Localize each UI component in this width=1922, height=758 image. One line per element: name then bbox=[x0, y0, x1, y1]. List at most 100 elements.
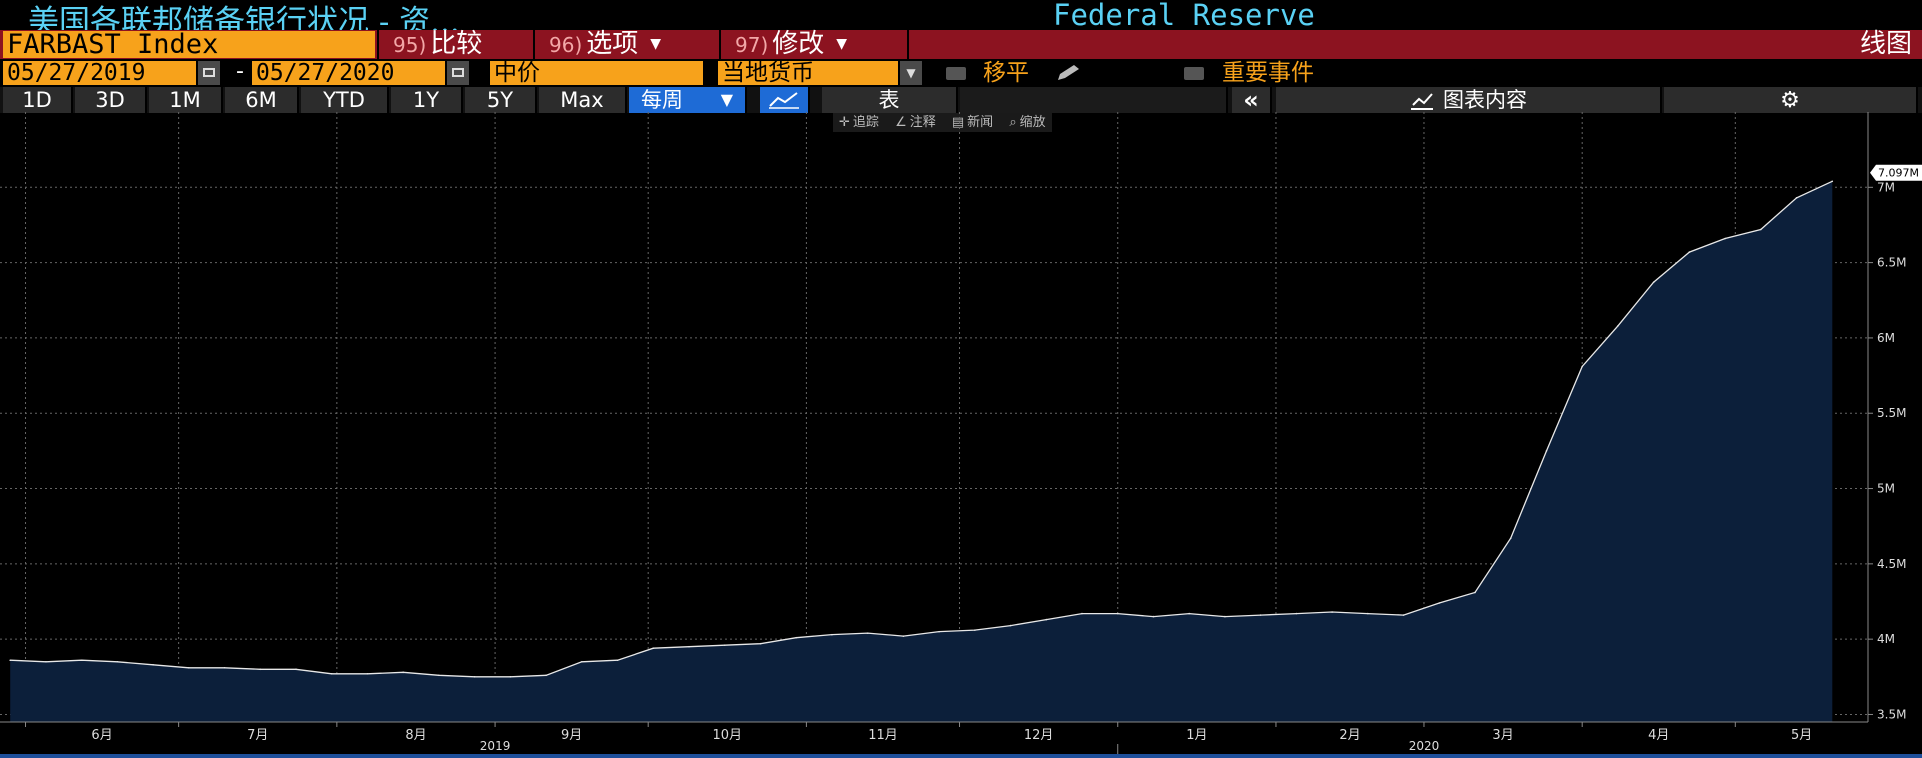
compare-number: 95) bbox=[393, 33, 427, 57]
range-1m-button[interactable]: 1M bbox=[149, 87, 223, 113]
data-point bbox=[1152, 615, 1155, 618]
compare-button[interactable]: 95) 比较 bbox=[377, 30, 533, 59]
compare-label: 比较 bbox=[430, 29, 483, 59]
data-point bbox=[366, 673, 369, 675]
data-point bbox=[1402, 614, 1405, 616]
data-point bbox=[1367, 612, 1369, 615]
range-1y-button[interactable]: 1Y bbox=[391, 87, 463, 113]
source-title: Federal Reserve bbox=[1053, 0, 1315, 32]
last-value-label: 7.097M bbox=[1878, 167, 1919, 180]
data-point bbox=[295, 668, 297, 671]
date-separator: - bbox=[236, 59, 244, 84]
data-point bbox=[1831, 180, 1834, 183]
x-tick-label: 4月 bbox=[1648, 728, 1669, 743]
toolbar-spacer bbox=[960, 87, 1228, 113]
data-point bbox=[259, 668, 262, 671]
data-point bbox=[438, 674, 440, 677]
start-date-input[interactable]: 05/27/2019 bbox=[3, 61, 196, 85]
data-point bbox=[831, 633, 833, 636]
end-date-input[interactable]: 05/27/2020 bbox=[252, 61, 445, 85]
x-tick-label: 9月 bbox=[561, 728, 582, 743]
x-tick-label: 1月 bbox=[1186, 728, 1207, 743]
y-tick-label: 3.5M bbox=[1877, 707, 1906, 721]
gear-icon: ⚙ bbox=[1780, 88, 1800, 113]
chart-content-button[interactable]: 图表内容 bbox=[1276, 87, 1662, 113]
chevron-down-icon: ▼ bbox=[836, 36, 848, 52]
events-checkbox[interactable] bbox=[1184, 67, 1204, 80]
x-tick-label: 2月 bbox=[1339, 728, 1360, 743]
data-point bbox=[1116, 612, 1119, 615]
data-point bbox=[759, 642, 762, 645]
data-point bbox=[402, 671, 405, 674]
data-point bbox=[1617, 325, 1619, 327]
edit-button[interactable]: 97) 修改 ▼ bbox=[719, 30, 907, 59]
line-area-chart[interactable]: 3.5M 4M 4.5M 5M 5.5M 6M 6.5M 7M 6月 7月 8月 9月 10月 11月 1… bbox=[0, 112, 1922, 754]
range-3d-button[interactable]: 3D bbox=[75, 87, 147, 113]
line-chart-icon bbox=[769, 92, 799, 109]
data-point bbox=[938, 630, 940, 633]
ticker-field[interactable]: FARBAST Index bbox=[3, 31, 375, 58]
data-point bbox=[1045, 618, 1048, 621]
data-point bbox=[509, 676, 512, 678]
calendar-icon[interactable] bbox=[198, 61, 220, 85]
data-point bbox=[1545, 450, 1548, 452]
data-point bbox=[652, 647, 655, 649]
events-label: 重要事件 bbox=[1222, 60, 1314, 86]
x-tick-label: 12月 bbox=[1024, 728, 1054, 743]
range-ytd-button[interactable]: YTD bbox=[301, 87, 389, 113]
frequency-label: 每周 bbox=[641, 88, 683, 112]
data-point bbox=[1688, 251, 1691, 253]
edit-number: 97) bbox=[735, 33, 769, 57]
x-tick-label: 5月 bbox=[1791, 728, 1812, 743]
range-bar: 1D 3D 1M 6M YTD 1Y 5Y Max 每周 ▼ 表 « 图表内容 … bbox=[0, 87, 1922, 113]
data-point bbox=[1009, 624, 1012, 627]
data-point bbox=[1259, 614, 1262, 616]
y-tick-label: 6M bbox=[1877, 331, 1895, 345]
price-field-select[interactable]: 中价 bbox=[490, 61, 703, 85]
chevron-down-icon: ▼ bbox=[650, 36, 662, 52]
range-5y-button[interactable]: 5Y bbox=[465, 87, 537, 113]
smooth-label: 移平 bbox=[983, 60, 1029, 86]
data-point bbox=[188, 666, 190, 669]
year-label: 2020 bbox=[1409, 739, 1440, 753]
line-chart-button[interactable] bbox=[760, 87, 810, 113]
settings-button[interactable]: ⚙ bbox=[1664, 87, 1918, 113]
collapse-icon[interactable]: « bbox=[1232, 87, 1272, 113]
y-tick-label: 5M bbox=[1877, 482, 1895, 496]
range-6m-button[interactable]: 6M bbox=[225, 87, 299, 113]
frequency-select[interactable]: 每周 ▼ bbox=[629, 87, 747, 113]
currency-select[interactable]: 当地货币 bbox=[718, 61, 898, 85]
data-point bbox=[152, 663, 154, 666]
data-point bbox=[116, 660, 119, 663]
smooth-checkbox[interactable] bbox=[946, 67, 966, 80]
y-tick-label: 4M bbox=[1877, 632, 1895, 646]
options-button[interactable]: 96) 选项 ▼ bbox=[533, 30, 719, 59]
menu-bar: FARBAST Index 95) 比较 96) 选项 ▼ 97) 修改 ▼ 线图 bbox=[0, 30, 1922, 59]
data-point bbox=[1224, 615, 1226, 618]
table-button[interactable]: 表 bbox=[822, 87, 958, 113]
data-point bbox=[9, 659, 12, 662]
data-point bbox=[795, 636, 797, 639]
x-tick-label: 7月 bbox=[247, 728, 268, 743]
calendar-icon[interactable] bbox=[447, 61, 469, 85]
data-point bbox=[1724, 237, 1726, 240]
range-1d-button[interactable]: 1D bbox=[3, 87, 73, 113]
x-tick-label: 10月 bbox=[713, 728, 743, 743]
data-point bbox=[1438, 602, 1441, 604]
date-bar: 05/27/2019 - 05/27/2020 中价 当地货币 ▼ 移平 重要事… bbox=[0, 59, 1922, 87]
dropdown-arrow-icon[interactable]: ▼ bbox=[900, 61, 922, 85]
range-max-button[interactable]: Max bbox=[539, 87, 627, 113]
data-point bbox=[1581, 365, 1583, 368]
pencil-icon[interactable] bbox=[1054, 63, 1084, 83]
options-number: 96) bbox=[549, 33, 583, 57]
data-point bbox=[581, 660, 583, 663]
data-point bbox=[866, 632, 869, 634]
title-bar: 美国各联邦储备银行状况 - 资... Federal Reserve bbox=[0, 0, 1922, 40]
data-point bbox=[1760, 228, 1762, 231]
x-tick-label: 8月 bbox=[405, 728, 426, 743]
edit-label: 修改 bbox=[772, 29, 825, 59]
data-point bbox=[1795, 197, 1798, 199]
data-point bbox=[1652, 281, 1655, 283]
x-tick-label: 11月 bbox=[868, 728, 898, 743]
chart-type-button[interactable]: 线图 bbox=[1860, 30, 1912, 59]
